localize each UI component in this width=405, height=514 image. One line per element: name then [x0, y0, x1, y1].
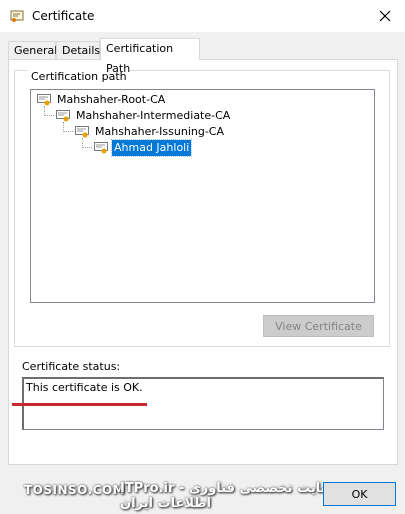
certificate-dialog: Certificate General Details Certificatio… — [0, 0, 405, 514]
close-icon — [379, 10, 391, 22]
close-button[interactable] — [373, 5, 397, 27]
certificate-icon — [10, 9, 24, 23]
tab-certification-path[interactable]: Certification Path — [100, 38, 200, 75]
tree-node-label: Mahshaher-Intermediate-CA — [76, 109, 231, 122]
tab-strip: General Details Certification Path — [8, 38, 398, 75]
tree-node-label-selected: Ahmad Jahloli — [110, 139, 193, 157]
certificate-icon — [56, 110, 70, 122]
window-title: Certificate — [32, 9, 95, 23]
certificate-icon — [75, 126, 89, 138]
certificate-status-text: This certificate is OK. — [26, 381, 143, 394]
watermark-left: TOSINSO.COM — [24, 483, 126, 497]
tab-details[interactable]: Details — [56, 41, 100, 59]
annotation-underline — [12, 403, 147, 406]
certificate-icon — [37, 94, 51, 106]
tree-node-label: Mahshaher-Issuning-CA — [95, 125, 225, 138]
title-bar: Certificate — [0, 0, 405, 32]
certificate-status-label: Certificate status: — [22, 360, 121, 373]
tab-general[interactable]: General — [8, 41, 57, 59]
certificate-icon — [94, 142, 108, 154]
ok-button[interactable]: OK — [323, 482, 396, 506]
tree-node-label: Mahshaher-Root-CA — [57, 93, 166, 106]
view-certificate-button[interactable]: View Certificate — [263, 315, 374, 337]
certification-path-tree[interactable]: Mahshaher-Root-CA Mahshaher-Intermediate… — [30, 89, 375, 303]
